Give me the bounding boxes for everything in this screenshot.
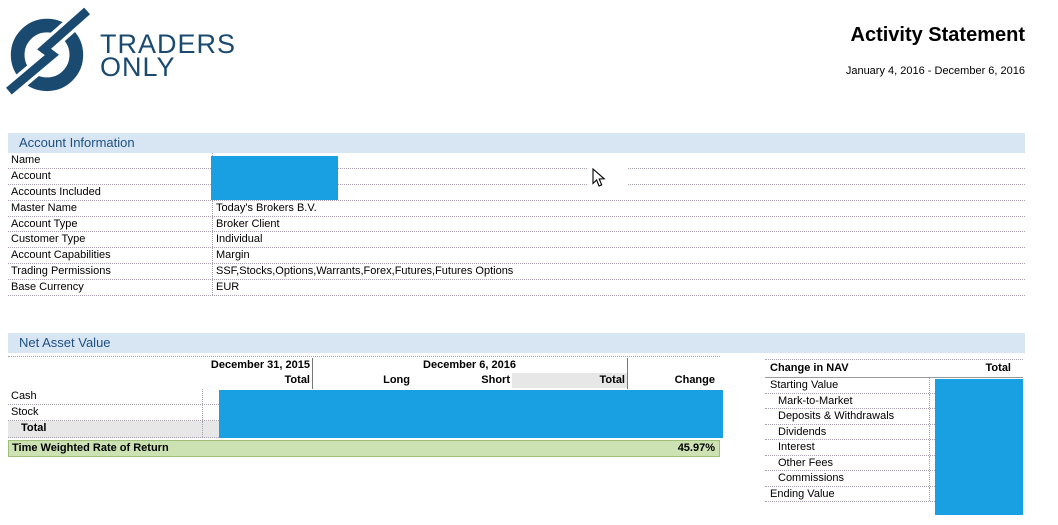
- page-title: Activity Statement: [846, 24, 1025, 47]
- twr-value: 45.97%: [678, 441, 719, 456]
- time-weighted-rate-of-return-row: Time Weighted Rate of Return 45.97%: [8, 440, 720, 457]
- row-label: Commissions: [765, 471, 930, 486]
- row-label: Interest: [765, 440, 930, 455]
- row-label: Master Name: [8, 201, 213, 216]
- change-in-nav-total-header: Total: [986, 360, 1023, 377]
- account-info-row-account-capabilities: Account Capabilities Margin: [8, 248, 1025, 264]
- row-label: Total: [8, 421, 203, 437]
- row-label: Starting Value: [765, 378, 930, 393]
- row-label: Account Type: [8, 217, 213, 232]
- row-value: Individual: [213, 232, 1025, 247]
- account-info-row-trading-permissions: Trading Permissions SSF,Stocks,Options,W…: [8, 264, 1025, 280]
- nav-col-header-change: Change: [629, 373, 715, 388]
- redaction-box-account-identity: [211, 156, 338, 200]
- nav-col-header-short: Short: [412, 373, 510, 388]
- row-value: SSF,Stocks,Options,Warrants,Forex,Future…: [213, 264, 1025, 279]
- mouse-cursor-icon: [592, 168, 606, 188]
- row-label: Dividends: [765, 425, 930, 440]
- account-information-table: Name Account Accounts Included Master Na…: [8, 153, 1025, 296]
- nav-row-cash: Cash: [8, 389, 219, 405]
- change-in-nav-header: Change in NAV Total: [765, 360, 1023, 378]
- nav-col-header-long: Long: [312, 373, 410, 388]
- row-label: Customer Type: [8, 232, 213, 247]
- cursor-highlight-box: [588, 166, 628, 189]
- nav-col-header-total-start: Total: [210, 373, 310, 388]
- redaction-box-nav-values: [219, 390, 723, 438]
- row-label: Account Capabilities: [8, 248, 213, 263]
- net-asset-value-section-header: Net Asset Value: [8, 333, 1025, 353]
- logo-wordmark: TRADERS ONLY: [100, 31, 236, 80]
- nav-col-group-dec-31-2015: December 31, 2015: [8, 358, 310, 373]
- account-info-row-name: Name: [8, 153, 1025, 169]
- nav-col-group-dec-6-2016: December 6, 2016: [312, 358, 627, 373]
- account-information-section-header: Account Information: [8, 133, 1025, 153]
- account-info-row-master-name: Master Name Today's Brokers B.V.: [8, 201, 1025, 217]
- nav-row-total: Total: [8, 421, 219, 438]
- nav-header-divider-right: [627, 358, 628, 389]
- twr-label: Time Weighted Rate of Return: [9, 441, 169, 456]
- net-asset-value-table: December 31, 2015 December 6, 2016 Total…: [8, 356, 720, 456]
- statement-title-block: Activity Statement January 4, 2016 - Dec…: [846, 24, 1025, 77]
- row-label: Account: [8, 169, 213, 184]
- account-info-row-customer-type: Customer Type Individual: [8, 232, 1025, 248]
- row-label: Base Currency: [8, 280, 213, 295]
- traders-only-logo: TRADERS ONLY: [3, 7, 303, 97]
- account-info-row-base-currency: Base Currency EUR: [8, 280, 1025, 296]
- row-label: Other Fees: [765, 456, 930, 471]
- row-value: EUR: [213, 280, 1025, 295]
- row-label: Name: [8, 153, 213, 168]
- row-label: Ending Value: [765, 487, 930, 502]
- nav-header-divider-left: [312, 358, 313, 389]
- row-value: Margin: [213, 248, 1025, 263]
- account-info-row-account-type: Account Type Broker Client: [8, 217, 1025, 233]
- row-label: Trading Permissions: [8, 264, 213, 279]
- row-value: Broker Client: [213, 217, 1025, 232]
- row-label: Deposits & Withdrawals: [765, 409, 930, 424]
- change-in-nav-table: Change in NAV Total Starting Value Mark-…: [765, 359, 1023, 502]
- nav-row-stock: Stock: [8, 405, 219, 421]
- statement-date-range: January 4, 2016 - December 6, 2016: [846, 65, 1025, 77]
- row-value: Today's Brokers B.V.: [213, 201, 1025, 216]
- nav-col-header-total-end: Total: [512, 373, 627, 388]
- redaction-box-change-in-nav-values: [935, 379, 1023, 515]
- row-label: Stock: [8, 405, 203, 420]
- account-info-row-accounts-included: Accounts Included: [8, 185, 1025, 201]
- change-in-nav-title: Change in NAV: [765, 360, 849, 377]
- nav-rows: Cash Stock Total: [8, 389, 219, 438]
- account-info-row-account: Account: [8, 169, 1025, 185]
- activity-statement-page: TRADERS ONLY Activity Statement January …: [0, 0, 1058, 525]
- row-label: Accounts Included: [8, 185, 213, 200]
- traders-only-logo-icon: [3, 7, 91, 95]
- row-label: Mark-to-Market: [765, 394, 930, 409]
- row-label: Cash: [8, 389, 203, 404]
